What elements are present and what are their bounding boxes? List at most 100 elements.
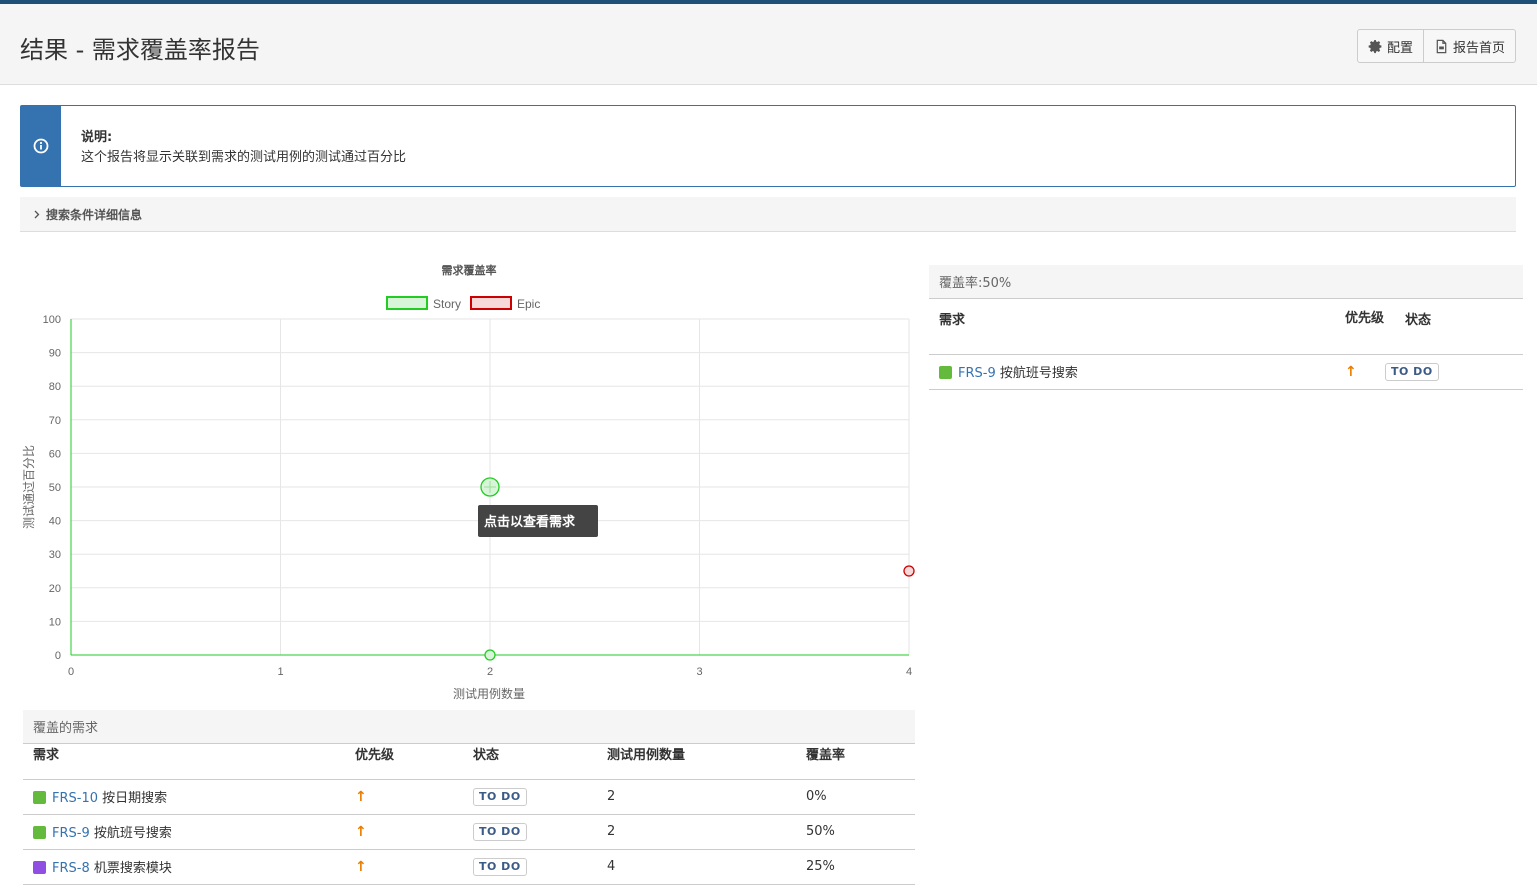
chart-title: 需求覆盖率	[442, 263, 497, 277]
y-tick-label: 40	[49, 516, 61, 528]
table-row: FRS-9 按航班号搜索 ↑ TO DO 2 50%	[23, 814, 915, 850]
coverage-cell: 25%	[806, 849, 915, 885]
coverage-detail-table: 需求 优先级 状态 FRS-9 按航班号搜索 ↑ TO DO	[929, 299, 1523, 390]
issue-summary: 按航班号搜索	[93, 826, 172, 841]
page-header: 结果 - 需求覆盖率报告 配置 报告首页	[0, 4, 1537, 85]
y-tick-label: 100	[43, 314, 61, 326]
col-coverage: 覆盖率	[806, 744, 915, 780]
testcase-count-cell: 2	[607, 779, 806, 815]
priority-high-icon: ↑	[355, 823, 367, 840]
table-row: FRS-8 机票搜索模块 ↑ TO DO 4 25%	[23, 849, 915, 885]
table-row: FRS-10 按日期搜索 ↑ TO DO 2 0%	[23, 779, 915, 815]
status-cell: TO DO	[473, 779, 607, 815]
info-notice: 说明: 这个报告将显示关联到需求的测试用例的测试通过百分比	[20, 105, 1516, 187]
chart-tooltip-text: 点击以查看需求	[484, 514, 576, 529]
x-tick-label: 3	[696, 666, 702, 678]
legend-swatch-story[interactable]	[386, 296, 428, 310]
issue-summary: 按日期搜索	[102, 791, 168, 806]
col-requirement: 需求	[929, 299, 1345, 355]
covered-requirements-title: 覆盖的需求	[23, 710, 915, 744]
requirement-cell: FRS-8 机票搜索模块	[23, 849, 355, 885]
search-criteria-toggle[interactable]: 搜索条件详细信息	[20, 197, 1516, 232]
notice-title: 说明:	[81, 130, 113, 145]
covered-requirements-table: 需求 优先级 状态 测试用例数量 覆盖率 FRS-10 按日期搜索 ↑ TO D…	[23, 744, 915, 885]
data-point-story[interactable]	[484, 649, 496, 661]
x-axis-label: 测试用例数量	[453, 686, 525, 701]
status-cell: TO DO	[473, 849, 607, 885]
col-priority: 优先级	[355, 744, 473, 780]
document-icon	[1436, 39, 1447, 53]
y-tick-label: 90	[49, 348, 61, 360]
y-tick-label: 60	[49, 448, 61, 460]
col-testcase-count: 测试用例数量	[607, 744, 806, 780]
col-status: 状态	[473, 744, 607, 780]
status-badge: TO DO	[473, 822, 527, 841]
header-button-group: 配置 报告首页	[1356, 29, 1516, 63]
issue-key-link[interactable]: FRS-9	[958, 366, 996, 381]
story-icon	[33, 826, 46, 839]
covered-requirements-panel: 覆盖的需求 需求 优先级 状态 测试用例数量 覆盖率 FRS-10 按日期搜索 …	[23, 710, 915, 885]
y-tick-label: 50	[49, 482, 61, 494]
table-row: FRS-9 按航班号搜索 ↑ TO DO	[929, 354, 1523, 390]
priority-cell: ↑	[355, 849, 473, 885]
testcase-count-cell: 4	[607, 849, 806, 885]
coverage-cell: 50%	[806, 814, 915, 850]
requirement-cell: FRS-9 按航班号搜索	[929, 354, 1345, 390]
y-tick-label: 10	[49, 616, 61, 628]
issue-key-link[interactable]: FRS-10	[52, 791, 98, 806]
col-priority: 优先级	[1345, 299, 1385, 355]
config-button[interactable]: 配置	[1358, 30, 1423, 62]
gear-icon	[1368, 39, 1382, 53]
notice-text: 这个报告将显示关联到需求的测试用例的测试通过百分比	[81, 150, 407, 165]
priority-cell: ↑	[1345, 354, 1385, 390]
col-requirement: 需求	[23, 744, 355, 780]
x-tick-label: 2	[487, 666, 493, 678]
notice-sidebar	[21, 106, 61, 186]
page-title: 结果 - 需求覆盖率报告	[20, 36, 260, 64]
chevron-right-icon	[34, 210, 40, 218]
data-point-epic[interactable]	[903, 565, 915, 577]
status-cell: TO DO	[473, 814, 607, 850]
priority-cell: ↑	[355, 779, 473, 815]
story-icon	[33, 791, 46, 804]
priority-high-icon: ↑	[355, 788, 367, 805]
coverage-chart: 需求覆盖率 Story Epic 0 10 20 30 40 50 60 70 80 90 100 0 1 2 3…	[20, 255, 920, 705]
status-badge: TO DO	[1385, 362, 1439, 381]
coverage-detail-title: 覆盖率:50%	[929, 265, 1523, 299]
report-home-button-label: 报告首页	[1452, 40, 1505, 56]
status-cell: TO DO	[1385, 354, 1523, 390]
epic-icon	[33, 861, 46, 874]
x-tick-label: 4	[906, 666, 912, 678]
notice-body: 说明: 这个报告将显示关联到需求的测试用例的测试通过百分比	[61, 106, 426, 186]
search-criteria-label: 搜索条件详细信息	[46, 207, 143, 222]
legend-swatch-epic[interactable]	[470, 296, 512, 310]
requirement-cell: FRS-10 按日期搜索	[23, 779, 355, 815]
issue-key-link[interactable]: FRS-8	[52, 861, 90, 876]
status-badge: TO DO	[473, 857, 527, 876]
priority-high-icon: ↑	[1345, 363, 1357, 380]
col-status: 状态	[1385, 299, 1523, 355]
y-tick-label: 70	[49, 415, 61, 427]
legend-label-epic: Epic	[517, 297, 540, 311]
y-tick-label: 0	[55, 650, 61, 662]
issue-summary: 按航班号搜索	[999, 366, 1078, 381]
story-icon	[939, 366, 952, 379]
y-tick-label: 80	[49, 381, 61, 393]
legend-label-story: Story	[433, 297, 461, 311]
priority-high-icon: ↑	[355, 858, 367, 875]
y-tick-label: 30	[49, 549, 61, 561]
issue-summary: 机票搜索模块	[93, 861, 172, 876]
config-button-label: 配置	[1386, 40, 1413, 56]
coverage-scatter-plot: 需求覆盖率 Story Epic 0 10 20 30 40 50 60 70 80 90 100 0 1 2 3…	[21, 263, 915, 701]
coverage-detail-panel: 覆盖率:50% 需求 优先级 状态 FRS-9 按航班号搜索 ↑ TO DO	[929, 265, 1523, 390]
requirement-cell: FRS-9 按航班号搜索	[23, 814, 355, 850]
issue-key-link[interactable]: FRS-9	[52, 826, 90, 841]
x-tick-label: 0	[68, 666, 74, 678]
x-tick-label: 1	[277, 666, 283, 678]
info-icon	[33, 138, 49, 154]
coverage-cell: 0%	[806, 779, 915, 815]
report-home-button[interactable]: 报告首页	[1422, 30, 1515, 62]
y-axis-label: 测试通过百分比	[21, 445, 36, 529]
status-badge: TO DO	[473, 787, 527, 806]
testcase-count-cell: 2	[607, 814, 806, 850]
